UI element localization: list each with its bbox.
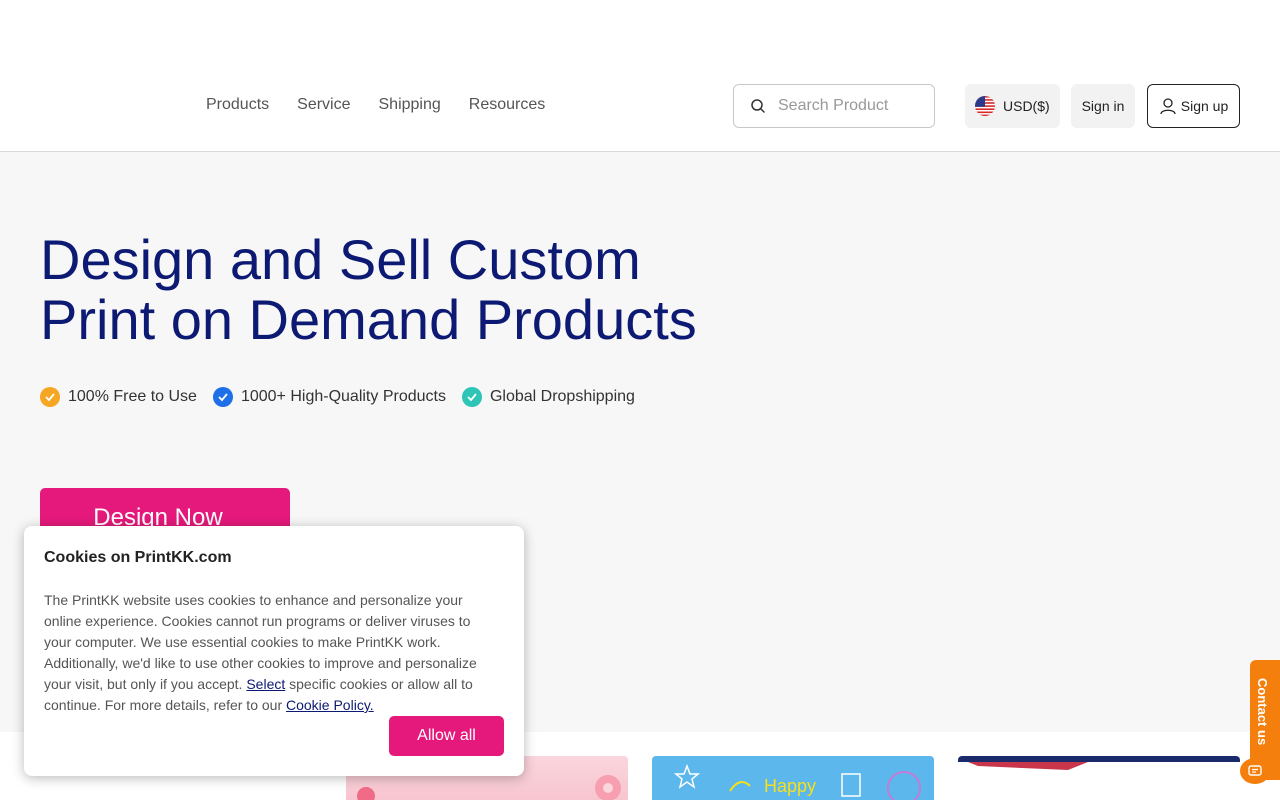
hero-title-line2: Print on Demand Products bbox=[40, 288, 697, 351]
card-happy-text: Happy bbox=[764, 776, 817, 796]
search-box[interactable] bbox=[733, 84, 935, 128]
hero-title: Design and Sell Custom Print on Demand P… bbox=[40, 230, 740, 350]
cookie-policy-link[interactable]: Cookie Policy. bbox=[286, 697, 374, 713]
currency-label: USD($) bbox=[1003, 98, 1050, 114]
site-header: Products Service Shipping Resources Sear… bbox=[0, 60, 1280, 152]
nav-service[interactable]: Service bbox=[297, 96, 350, 114]
main-nav: Products Service Shipping Resources bbox=[206, 96, 545, 114]
search-input[interactable] bbox=[778, 97, 918, 115]
nav-resources[interactable]: Resources bbox=[469, 96, 545, 114]
feature-list: 100% Free to Use 1000+ High-Quality Prod… bbox=[40, 387, 635, 407]
feature-dropshipping: Global Dropshipping bbox=[461, 387, 635, 407]
currency-selector[interactable]: USD($) bbox=[965, 84, 1060, 128]
signin-button[interactable]: Sign in bbox=[1071, 84, 1135, 128]
search-icon bbox=[751, 99, 765, 113]
contact-us-label: Contact us bbox=[1255, 678, 1270, 746]
feature-free: 100% Free to Use bbox=[40, 387, 197, 407]
us-flag-icon bbox=[975, 96, 995, 116]
feature-label: 100% Free to Use bbox=[68, 388, 197, 405]
check-icon bbox=[212, 387, 233, 407]
product-card[interactable] bbox=[958, 756, 1240, 800]
feature-products: 1000+ High-Quality Products bbox=[212, 387, 446, 407]
cookie-dialog: Cookies on PrintKK.com The PrintKK websi… bbox=[24, 526, 524, 776]
hero-title-line1: Design and Sell Custom bbox=[40, 228, 641, 291]
allow-all-button[interactable]: Allow all bbox=[389, 716, 504, 756]
feature-label: Global Dropshipping bbox=[489, 388, 635, 405]
feature-label: 1000+ High-Quality Products bbox=[240, 388, 446, 405]
check-icon bbox=[461, 387, 482, 407]
cookie-title: Cookies on PrintKK.com bbox=[44, 549, 232, 566]
signup-label: Sign up bbox=[1180, 98, 1229, 114]
select-cookies-link[interactable]: Select bbox=[246, 676, 285, 692]
nav-products[interactable]: Products bbox=[206, 96, 269, 114]
user-icon bbox=[1160, 98, 1176, 115]
chat-icon[interactable] bbox=[1240, 758, 1270, 784]
flag-pattern-icon bbox=[968, 762, 1088, 770]
cookie-body: The PrintKK website uses cookies to enha… bbox=[44, 590, 494, 716]
signup-button[interactable]: Sign up bbox=[1147, 84, 1240, 128]
check-icon bbox=[40, 387, 60, 407]
nav-shipping[interactable]: Shipping bbox=[379, 96, 441, 114]
product-card[interactable]: Happy bbox=[652, 756, 934, 800]
